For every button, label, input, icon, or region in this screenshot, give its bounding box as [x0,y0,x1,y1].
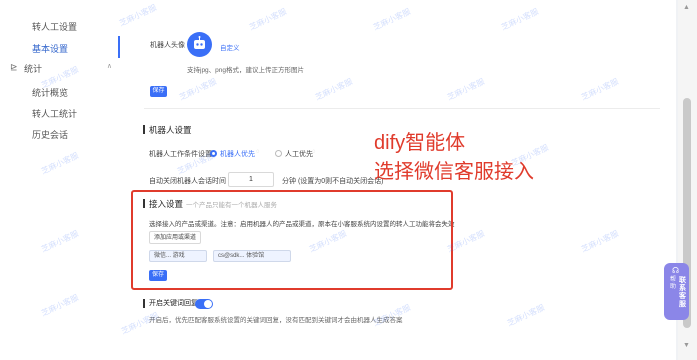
sidebar-item-transfer-settings[interactable]: 转人工设置 [32,20,77,33]
sidebar-item-history[interactable]: 历史会话 [32,128,68,141]
human-first-info-icon: ◌ [312,149,316,155]
contact-service-label: 联系客服 [679,277,686,308]
human-first-radio[interactable] [275,150,282,157]
divider [144,108,660,109]
robot-first-info-icon: ◌ [256,149,260,155]
annotation-highlight-box [131,190,453,290]
robot-settings-title: 机器人设置 [149,125,192,135]
section-marker [143,125,145,134]
chart-icon: ⊵ [10,62,18,72]
keyword-reply-desc: 开启后，优先匹配客服系统设置的关键词回复，没有匹配到关键词才会由机器人生成答案 [149,317,403,324]
human-first-label[interactable]: 人工优先 [285,149,313,159]
sidebar-item-basic-settings[interactable]: 基本设置 [32,42,68,55]
custom-avatar-link[interactable]: 自定义 [220,42,240,52]
headset-icon: ☊ [672,266,680,275]
robot-icon [194,36,205,49]
sidebar-group-label: 统计 [24,64,43,74]
auto-close-minutes-input[interactable]: 1 [228,172,274,187]
scroll-up-icon[interactable]: ▲ [683,4,690,11]
robot-avatar[interactable] [187,32,212,57]
auto-close-label: 自动关闭机器人会话时间 [149,178,226,185]
active-indicator [118,36,120,58]
chevron-up-icon: ∧ [106,63,112,70]
save-avatar-button[interactable]: 保存 [150,86,167,97]
scroll-down-icon[interactable]: ▼ [683,342,690,349]
help-widget[interactable]: ☊ 帮助 联系客服 [664,263,689,320]
avatar-hint: 支持jpg、png格式，建议上传正方形图片 [187,67,305,74]
help-label: 帮助 [670,277,677,290]
sidebar-item-transfer-stats[interactable]: 转人工统计 [32,107,77,120]
keyword-reply-title: 开启关键词回复 [149,300,198,307]
robot-first-label[interactable]: 机器人优先 [220,149,255,159]
avatar-label: 机器人头像 [150,42,185,49]
keyword-reply-toggle[interactable] [195,299,213,309]
annotation-line-1: dify智能体 [374,132,466,154]
auto-close-unit: 分钟 (设置为0则不自动关闭会话) [282,178,384,185]
section-marker [143,299,145,308]
